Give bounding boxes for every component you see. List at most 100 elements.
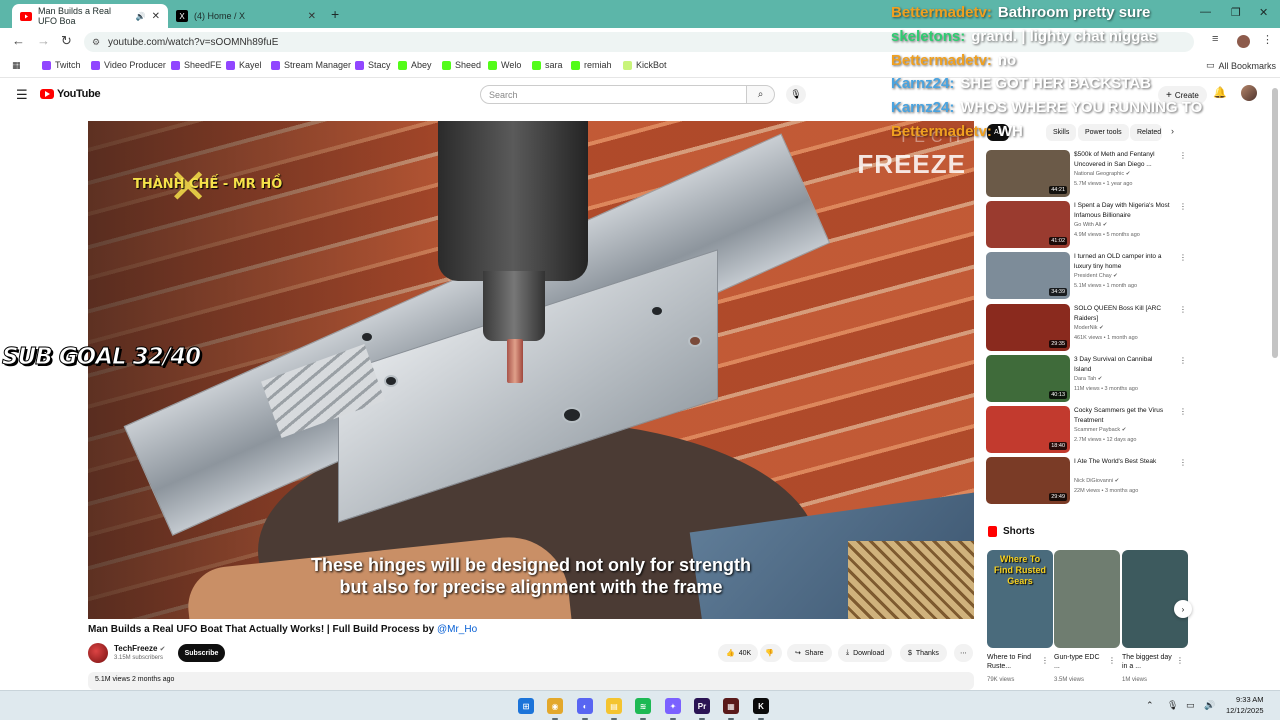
tray-chevron-icon[interactable]: ⌃	[1146, 700, 1154, 711]
download-button[interactable]: ⤓ Download	[838, 644, 893, 662]
bookmark-item[interactable]: Abey	[398, 60, 432, 70]
short-thumbnail[interactable]	[1054, 550, 1120, 648]
apps-grid-icon[interactable]: ▦	[12, 60, 21, 71]
video-player[interactable]: ✕ THÀNH CHẾ - MR HỒ TECH FREEZE These hi…	[88, 121, 974, 619]
video-channel[interactable]: Scammer Payback ✔	[1074, 427, 1126, 433]
chrome-icon[interactable]: ◉	[547, 698, 563, 714]
bookmark-item[interactable]: Stacy	[355, 60, 391, 70]
subscribe-button[interactable]: Subscribe	[178, 644, 225, 662]
hamburger-menu-icon[interactable]: ☰	[16, 87, 28, 103]
short-thumbnail[interactable]: Where To Find Rusted Gears	[987, 550, 1053, 648]
bookmark-item[interactable]: remiah	[571, 60, 612, 70]
notifications-bell-icon[interactable]: 🔔	[1213, 86, 1227, 99]
like-button[interactable]: 👍 40K	[718, 644, 758, 662]
windows-start-icon[interactable]: ⊞	[518, 698, 534, 714]
description-box[interactable]: 5.1M views 2 months ago	[88, 672, 974, 690]
video-title[interactable]: I Ate The World's Best Steak	[1074, 457, 1170, 467]
spotify-icon[interactable]: ≋	[635, 698, 651, 714]
video-menu-icon[interactable]: ⋮	[1179, 202, 1187, 211]
reload-icon[interactable]: ↻	[61, 33, 72, 49]
short-menu-icon[interactable]: ⋮	[1041, 656, 1049, 665]
maximize-icon[interactable]: ❐	[1231, 6, 1241, 19]
more-actions-button[interactable]: ⋯	[954, 644, 973, 662]
video-thumbnail[interactable]: 44:21	[986, 150, 1070, 197]
forward-icon[interactable]: →	[37, 33, 50, 48]
short-menu-icon[interactable]: ⋮	[1176, 656, 1184, 665]
discord-icon[interactable]: ◐	[577, 698, 593, 714]
bookmark-item[interactable]: Twitch	[42, 60, 81, 70]
new-tab-icon[interactable]: +	[331, 6, 339, 22]
video-title[interactable]: I turned an OLD camper into a luxury tin…	[1074, 252, 1170, 271]
video-channel[interactable]: Nick DiGiovanni ✔	[1074, 478, 1119, 484]
menu-kebab-icon[interactable]: ⋮	[1262, 33, 1273, 46]
video-menu-icon[interactable]: ⋮	[1179, 305, 1187, 314]
video-channel[interactable]: Dara Tah ✔	[1074, 376, 1102, 382]
video-title[interactable]: I Spent a Day with Nigeria's Most Infamo…	[1074, 201, 1170, 220]
shorts-next-icon[interactable]: ›	[1174, 600, 1192, 618]
page-scrollbar[interactable]	[1272, 88, 1278, 358]
voice-search-button[interactable]: 🎙	[786, 85, 806, 104]
video-menu-icon[interactable]: ⋮	[1179, 407, 1187, 416]
site-info-icon[interactable]: ⚙	[92, 37, 100, 48]
tab-x-home[interactable]: X (4) Home / X ✕	[168, 4, 324, 28]
video-channel[interactable]: ModerNik ✔	[1074, 325, 1104, 331]
chip-related[interactable]: Related	[1130, 124, 1162, 141]
share-button[interactable]: ↪ Share	[787, 644, 832, 662]
video-title[interactable]: Cocky Scammers get the Virus Treatment	[1074, 406, 1170, 425]
speaker-icon[interactable]: 🔊	[136, 12, 146, 21]
recommended-video[interactable]: 40:13 3 Day Survival on Cannibal Island Da…	[986, 355, 1187, 402]
recommended-video[interactable]: 29:49 I Ate The World's Best Steak Nick Di…	[986, 457, 1187, 504]
short-thumbnail[interactable]	[1122, 550, 1188, 648]
dislike-button[interactable]: 👎	[760, 644, 782, 662]
chip-skills[interactable]: Skills	[1046, 124, 1077, 141]
short-menu-icon[interactable]: ⋮	[1108, 656, 1116, 665]
video-menu-icon[interactable]: ⋮	[1179, 253, 1187, 262]
video-title[interactable]: $500k of Meth and Fentanyl Uncovered in …	[1074, 150, 1170, 169]
recommended-video[interactable]: 41:02 I Spent a Day with Nigeria's Most I…	[986, 201, 1187, 248]
video-thumbnail[interactable]: 18:40	[986, 406, 1070, 453]
short-title[interactable]: Where to Find Ruste...	[987, 653, 1037, 671]
taskbar-clock[interactable]: 9:33 AM 12/12/2025	[1226, 694, 1264, 716]
video-title[interactable]: 3 Day Survival on Cannibal Island	[1074, 355, 1170, 374]
video-menu-icon[interactable]: ⋮	[1179, 151, 1187, 160]
video-channel[interactable]: Go With Ali ✔	[1074, 222, 1107, 228]
obs-app-icon[interactable]: ▦	[723, 698, 739, 714]
recommended-video[interactable]: 44:21 $500k of Meth and Fentanyl Uncovere…	[986, 150, 1187, 197]
recommended-video[interactable]: 18:40 Cocky Scammers get the Virus Treatm…	[986, 406, 1187, 453]
video-menu-icon[interactable]: ⋮	[1179, 458, 1187, 467]
copilot-icon[interactable]: ✦	[665, 698, 681, 714]
search-button[interactable]: ⌕	[747, 85, 775, 104]
video-channel[interactable]: National Geographic ✔	[1074, 171, 1130, 177]
youtube-logo[interactable]: YouTube	[40, 88, 101, 100]
video-thumbnail[interactable]: 40:13	[986, 355, 1070, 402]
minimize-icon[interactable]: —	[1200, 6, 1211, 18]
bookmark-item[interactable]: Welo	[488, 60, 521, 70]
bookmark-item[interactable]: Stream Manager	[271, 60, 351, 70]
close-tab-icon[interactable]: ✕	[308, 11, 316, 22]
close-tab-icon[interactable]: ✕	[152, 11, 160, 22]
volume-icon[interactable]: 🔊	[1204, 700, 1215, 711]
extensions-icon[interactable]: ≡	[1212, 33, 1218, 45]
bookmark-item[interactable]: Video Producer	[91, 60, 166, 70]
recommended-video[interactable]: 29:35 SOLO QUEEN Boss Kill [ARC Raiders] M…	[986, 304, 1187, 351]
creator-mention-link[interactable]: @Mr_Ho	[437, 624, 477, 635]
video-title[interactable]: SOLO QUEEN Boss Kill [ARC Raiders]	[1074, 304, 1170, 323]
video-thumbnail[interactable]: 34:39	[986, 252, 1070, 299]
thanks-button[interactable]: $ Thanks	[900, 644, 947, 662]
file-explorer-icon[interactable]: ▤	[606, 698, 622, 714]
kick-app-icon[interactable]: K	[753, 698, 769, 714]
bookmark-item[interactable]: SheedFE	[171, 60, 222, 70]
account-avatar[interactable]	[1241, 85, 1257, 101]
video-menu-icon[interactable]: ⋮	[1179, 356, 1187, 365]
chips-next-icon[interactable]: ›	[1171, 126, 1174, 136]
profile-avatar[interactable]	[1237, 35, 1250, 48]
video-thumbnail[interactable]: 29:35	[986, 304, 1070, 351]
short-title[interactable]: The biggest day in a ...	[1122, 653, 1172, 671]
close-window-icon[interactable]: ✕	[1259, 6, 1268, 19]
chip-power-tools[interactable]: Power tools	[1078, 124, 1129, 141]
network-icon[interactable]: ▭	[1186, 700, 1195, 711]
video-thumbnail[interactable]: 29:49	[986, 457, 1070, 504]
channel-avatar[interactable]	[88, 643, 108, 663]
premiere-icon[interactable]: Pr	[694, 698, 710, 714]
video-thumbnail[interactable]: 41:02	[986, 201, 1070, 248]
